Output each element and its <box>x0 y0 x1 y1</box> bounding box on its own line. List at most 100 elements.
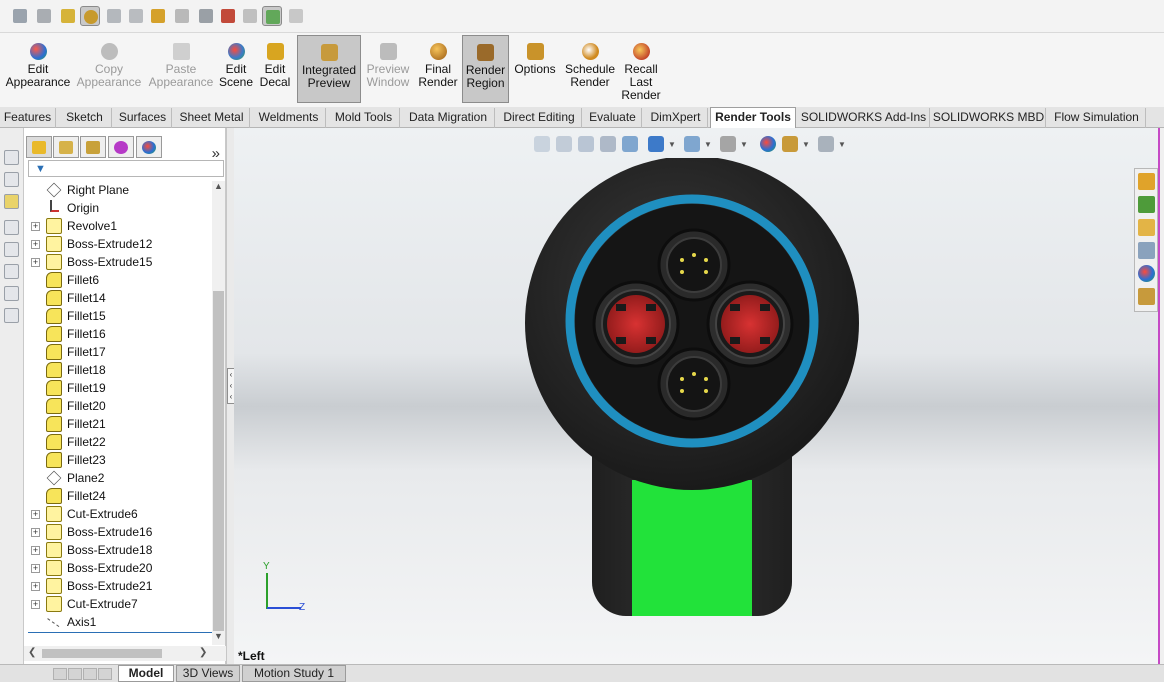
feature-tree-item[interactable]: + Boss-Extrude15 <box>24 253 212 271</box>
solidworks-resources-icon[interactable] <box>1138 173 1155 190</box>
expand-icon[interactable]: + <box>31 510 40 519</box>
feature-tree-item[interactable]: Fillet23 <box>24 451 212 469</box>
scroll-down-icon[interactable]: ▼ <box>212 631 225 644</box>
view-icon[interactable] <box>218 6 238 26</box>
edit-scene-button[interactable]: Edit Scene <box>219 35 253 103</box>
propertymanager-icon[interactable] <box>53 136 79 158</box>
feature-tree-item[interactable]: Fillet22 <box>24 433 212 451</box>
graphics-area[interactable]: ▼ ▼ ▼ ▼ ▼ Y Z *Left <box>234 128 1160 664</box>
featuremanager-icon[interactable] <box>26 136 52 158</box>
rectangle-icon[interactable] <box>4 242 19 257</box>
recall-last-render-button[interactable]: Recall Last Render <box>620 35 662 103</box>
tab-evaluate[interactable]: Evaluate <box>584 108 642 128</box>
appearance-icon[interactable] <box>10 6 30 26</box>
chevron-down-icon[interactable]: ▼ <box>704 140 712 149</box>
tab-surfaces[interactable]: Surfaces <box>114 108 172 128</box>
tree-vertical-scrollbar[interactable]: ▲ ▼ <box>212 181 225 645</box>
panel-splitter[interactable]: ‹ ‹ ‹ <box>226 128 235 664</box>
tab-render-tools[interactable]: Render Tools <box>710 107 796 129</box>
feature-tree-item[interactable]: Fillet17 <box>24 343 212 361</box>
appearances-scenes-icon[interactable] <box>1138 265 1155 282</box>
edit-appearance-icon[interactable] <box>760 136 776 152</box>
expand-icon[interactable]: + <box>31 528 40 537</box>
preview-window-button[interactable]: Preview Window <box>364 35 412 103</box>
next-tab-icon[interactable] <box>83 668 97 680</box>
feature-tree-item[interactable]: + Boss-Extrude21 <box>24 577 212 595</box>
tab-data-migration[interactable]: Data Migration <box>402 108 495 128</box>
view-settings-icon[interactable] <box>818 136 834 152</box>
relations-icon[interactable] <box>4 194 19 209</box>
ev-connector-model[interactable] <box>524 156 862 618</box>
tab-flow-simulation[interactable]: Flow Simulation <box>1048 108 1146 128</box>
expand-icon[interactable]: + <box>31 564 40 573</box>
apply-scene-icon[interactable] <box>782 136 798 152</box>
tree-filter-input[interactable]: ▼ <box>28 160 224 177</box>
chevron-down-icon[interactable]: ▼ <box>802 140 810 149</box>
sketch-icon[interactable] <box>4 150 19 165</box>
tree-horizontal-scrollbar[interactable]: ❮ ❯ <box>24 646 226 661</box>
previous-tab-icon[interactable] <box>68 668 82 680</box>
copy-appearance-button[interactable]: Copy Appearance <box>75 35 143 103</box>
circle-icon[interactable] <box>4 264 19 279</box>
expand-icon[interactable]: + <box>31 258 40 267</box>
chevron-down-icon[interactable]: ▼ <box>740 140 748 149</box>
feature-tree-item[interactable]: + Cut-Extrude6 <box>24 505 212 523</box>
expand-icon[interactable]: + <box>31 240 40 249</box>
edit-decal-button[interactable]: Edit Decal <box>257 35 293 103</box>
tab-mold-tools[interactable]: Mold Tools <box>328 108 400 128</box>
feature-tree-item[interactable]: Fillet18 <box>24 361 212 379</box>
feature-tree-item[interactable]: Fillet15 <box>24 307 212 325</box>
feature-tree-item[interactable]: Right Plane <box>24 181 212 199</box>
last-tab-icon[interactable] <box>98 668 112 680</box>
feature-tree-item[interactable]: + Boss-Extrude12 <box>24 235 212 253</box>
tab-sketch[interactable]: Sketch <box>58 108 112 128</box>
view-palette-icon[interactable] <box>1138 242 1155 259</box>
layer-icon[interactable] <box>148 6 168 26</box>
scroll-thumb[interactable] <box>213 291 224 631</box>
lighting-icon[interactable] <box>80 6 100 26</box>
feature-tree-item[interactable]: Fillet19 <box>24 379 212 397</box>
rollback-bar[interactable] <box>28 632 224 633</box>
section-icon[interactable] <box>196 6 216 26</box>
tab-3d-views[interactable]: 3D Views <box>176 665 240 682</box>
chevron-down-icon[interactable]: ▼ <box>838 140 846 149</box>
hide-show-icon[interactable] <box>720 136 736 152</box>
display-icon[interactable] <box>172 6 192 26</box>
feature-tree-item[interactable]: + Boss-Extrude20 <box>24 559 212 577</box>
tab-direct-editing[interactable]: Direct Editing <box>497 108 582 128</box>
configurationmanager-icon[interactable] <box>80 136 106 158</box>
feature-tree-item[interactable]: + Boss-Extrude16 <box>24 523 212 541</box>
zoom-to-fit-icon[interactable] <box>534 136 550 152</box>
realview-icon[interactable] <box>240 6 260 26</box>
scroll-left-icon[interactable]: ❮ <box>28 647 36 658</box>
expand-icon[interactable]: + <box>31 546 40 555</box>
file-explorer-icon[interactable] <box>1138 219 1155 236</box>
shadow-icon[interactable] <box>262 6 282 26</box>
dynamic-annotation-icon[interactable] <box>622 136 638 152</box>
tab-sheet-metal[interactable]: Sheet Metal <box>174 108 250 128</box>
final-render-button[interactable]: Final Render <box>417 35 459 103</box>
tab-features[interactable]: Features <box>0 108 56 128</box>
feature-tree-item[interactable]: + Boss-Extrude18 <box>24 541 212 559</box>
paste-appearance-button[interactable]: Paste Appearance <box>146 35 216 103</box>
section-view-icon[interactable] <box>600 136 616 152</box>
render-icon[interactable] <box>126 6 146 26</box>
expand-icon[interactable]: + <box>31 222 40 231</box>
feature-tree-item[interactable]: + Cut-Extrude7 <box>24 595 212 613</box>
line-icon[interactable] <box>4 220 19 235</box>
feature-tree-item[interactable]: Fillet24 <box>24 487 212 505</box>
display-manager-icon[interactable] <box>136 136 162 158</box>
feature-tree-item[interactable]: Fillet20 <box>24 397 212 415</box>
feature-tree-item[interactable]: Fillet16 <box>24 325 212 343</box>
first-tab-icon[interactable] <box>53 668 67 680</box>
trim-icon[interactable] <box>4 308 19 323</box>
tab-solidworks-mbd[interactable]: SOLIDWORKS MBD <box>932 108 1046 128</box>
custom-properties-icon[interactable] <box>1138 288 1155 305</box>
tab-weldments[interactable]: Weldments <box>252 108 326 128</box>
display-style-icon[interactable] <box>684 136 700 152</box>
dimension-icon[interactable] <box>4 172 19 187</box>
tab-model[interactable]: Model <box>118 665 174 682</box>
ambient-icon[interactable] <box>286 6 306 26</box>
design-library-icon[interactable] <box>1138 196 1155 213</box>
tab-dimxpert[interactable]: DimXpert <box>644 108 708 128</box>
